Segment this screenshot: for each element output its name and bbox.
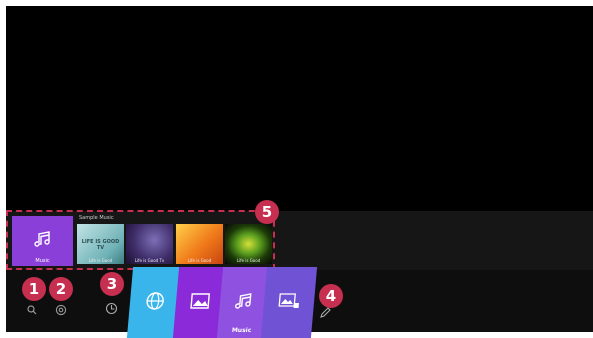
search-icon[interactable] (27, 305, 37, 317)
input-source-icon[interactable] (105, 302, 118, 317)
callout-badge-5: 5 (255, 200, 279, 224)
settings-icon[interactable] (55, 304, 67, 318)
music-note-icon (233, 291, 255, 315)
image-plus-icon (277, 292, 301, 314)
callout-badge-4: 4 (319, 284, 343, 308)
callout-badge-3: 3 (100, 272, 124, 296)
app-tile-label: Music (231, 327, 252, 334)
globe-icon (144, 291, 166, 315)
recent-highlight-frame (6, 210, 275, 270)
edit-pencil-icon[interactable] (319, 307, 331, 321)
callout-badge-2: 2 (49, 277, 73, 301)
callout-badge-1: 1 (22, 277, 46, 301)
app-tile-gallery[interactable] (260, 267, 318, 338)
image-icon (189, 292, 211, 314)
